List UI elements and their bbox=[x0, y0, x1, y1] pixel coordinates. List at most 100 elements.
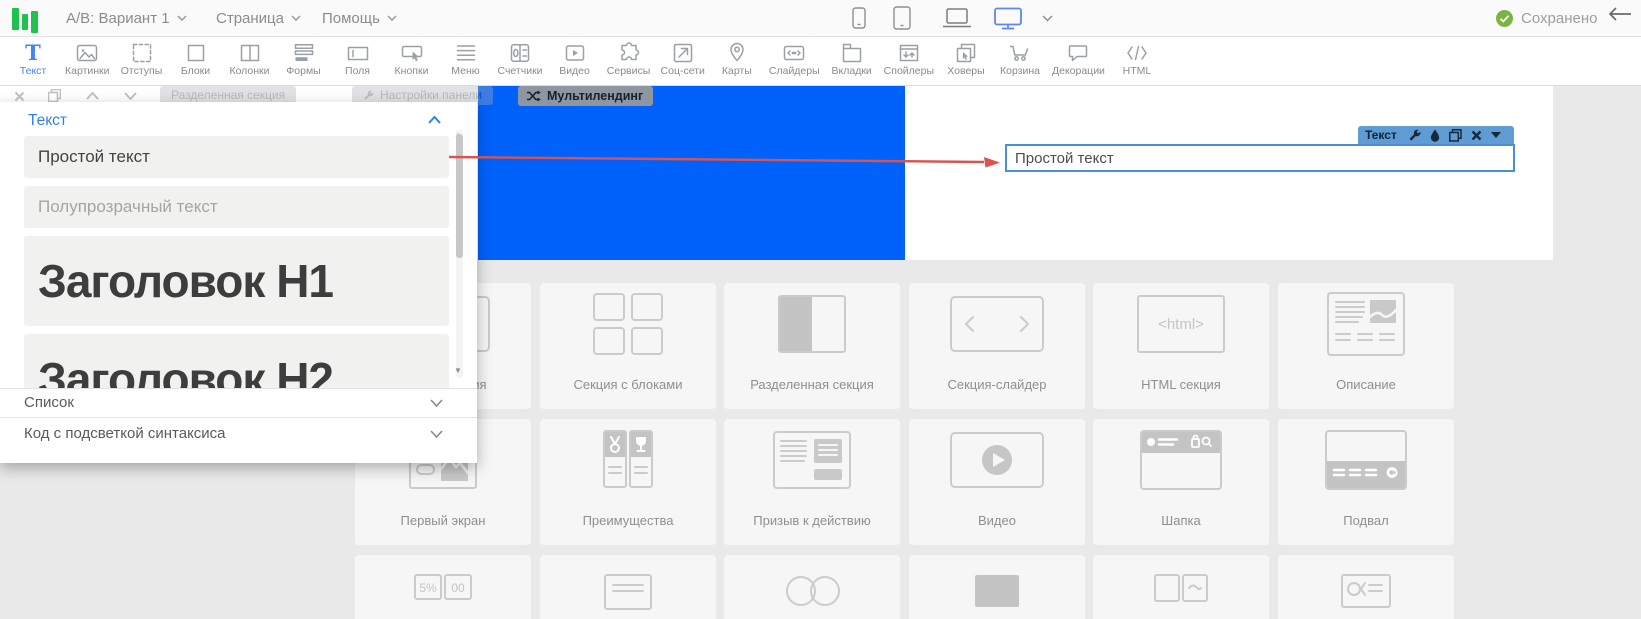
element-more-button[interactable] bbox=[1491, 132, 1501, 138]
device-mode-dropdown[interactable] bbox=[1042, 0, 1053, 36]
desc-icon bbox=[1318, 289, 1414, 359]
toolbar-item-fields[interactable]: Поля bbox=[331, 37, 385, 77]
template-card[interactable] bbox=[1278, 555, 1454, 619]
template-card[interactable] bbox=[540, 555, 716, 619]
tablet-icon bbox=[893, 6, 911, 30]
darkrect-icon bbox=[949, 561, 1045, 619]
element-settings-button[interactable] bbox=[1408, 129, 1421, 142]
scroll-down-icon[interactable]: ▼ bbox=[454, 366, 462, 375]
template-card-slider[interactable]: Секция-слайдер bbox=[909, 283, 1085, 409]
toolbar-item-buttons[interactable]: Кнопки bbox=[385, 37, 439, 77]
canvas-blue-section[interactable] bbox=[478, 85, 905, 260]
toolbar-item-services[interactable]: Сервисы bbox=[602, 37, 656, 77]
template-card-htmlsec[interactable]: <html>HTML секция bbox=[1093, 283, 1269, 409]
toolbar-item-cart[interactable]: Корзина bbox=[993, 37, 1047, 77]
chevron-down-icon bbox=[291, 15, 301, 21]
template-card-cta[interactable]: Призыв к действию bbox=[724, 419, 900, 545]
toolbar-item-label: Слайдеры bbox=[769, 65, 820, 77]
text-element[interactable]: Простой текст bbox=[1005, 144, 1515, 172]
toolbar-item-decor[interactable]: Декорации bbox=[1047, 37, 1110, 77]
section-move-up-icon[interactable] bbox=[86, 92, 99, 100]
buttons-icon bbox=[399, 40, 425, 66]
margins-icon bbox=[129, 40, 155, 66]
panel-collapse-button[interactable] bbox=[428, 116, 441, 124]
toolbar-item-video[interactable]: Видео bbox=[548, 37, 602, 77]
template-card[interactable]: 5%00 bbox=[355, 555, 531, 619]
svg-text:5%: 5% bbox=[419, 581, 437, 595]
multilanding-tag[interactable]: Мультилендинг bbox=[518, 86, 653, 106]
elements-toolbar: TТекстКартинкиОтступыБлокиКолонки Формы По… bbox=[0, 37, 1641, 86]
card-label: Разделенная секция bbox=[724, 377, 900, 392]
panel-title[interactable]: Текст bbox=[28, 112, 67, 130]
toolbar-item-tabs[interactable]: Вкладки bbox=[825, 37, 879, 77]
headersec-icon bbox=[1133, 425, 1229, 495]
video-icon bbox=[562, 40, 588, 66]
menu-ab-variant[interactable]: A/B: Вариант 1 bbox=[66, 0, 187, 36]
menu-help[interactable]: Помощь bbox=[322, 0, 397, 36]
phone-icon bbox=[852, 7, 866, 29]
template-card[interactable] bbox=[1093, 555, 1269, 619]
panel-section-list[interactable]: Список bbox=[0, 389, 477, 416]
toolbar-item-social[interactable]: Соц-сети bbox=[656, 37, 710, 77]
scrollbar-thumb[interactable] bbox=[456, 134, 463, 258]
card-label: Первый экран bbox=[355, 513, 531, 528]
section-delete-icon[interactable] bbox=[14, 91, 25, 102]
template-card-blocks4[interactable]: Секция с блоками bbox=[540, 283, 716, 409]
template-card-desc[interactable]: Описание bbox=[1278, 283, 1454, 409]
toolbar-item-label: Ховеры bbox=[947, 65, 984, 77]
menu-help-label: Помощь bbox=[322, 10, 380, 27]
panel-item-h1[interactable]: Заголовок H1 bbox=[24, 236, 449, 326]
toolbar-item-forms[interactable]: Формы bbox=[277, 37, 331, 77]
toolbar-item-spoilers[interactable]: Спойлеры bbox=[879, 37, 939, 77]
section-duplicate-icon[interactable] bbox=[48, 89, 61, 102]
toolbar-item-hovers[interactable]: Ховеры bbox=[939, 37, 993, 77]
device-tablet-button[interactable] bbox=[893, 0, 911, 36]
device-desktop-button[interactable] bbox=[993, 0, 1023, 36]
section-move-down-icon[interactable] bbox=[124, 92, 137, 100]
sliders-icon bbox=[781, 40, 807, 66]
panel-item-muted[interactable]: Полупрозрачный текст bbox=[24, 186, 449, 228]
template-card[interactable] bbox=[909, 555, 1085, 619]
back-button[interactable] bbox=[1608, 7, 1632, 21]
toolbar-item-label: Формы bbox=[286, 65, 320, 77]
services-icon bbox=[616, 40, 642, 66]
toolbar-item-margins[interactable]: Отступы bbox=[115, 37, 169, 77]
html-icon-text: <html> bbox=[1137, 295, 1225, 353]
blocks-icon bbox=[183, 40, 209, 66]
template-card-videosec[interactable]: Видео bbox=[909, 419, 1085, 545]
element-style-button[interactable] bbox=[1430, 129, 1440, 142]
template-card-footersec[interactable]: Подвал bbox=[1278, 419, 1454, 545]
panel-item-h2[interactable]: Заголовок H2 bbox=[24, 334, 449, 388]
template-card[interactable] bbox=[724, 555, 900, 619]
toolbar-item-blocks[interactable]: Блоки bbox=[169, 37, 223, 77]
toolbar-item-html[interactable]: HTML bbox=[1110, 37, 1164, 77]
panel-item-plain[interactable]: Простой текст bbox=[24, 136, 449, 178]
menu-page[interactable]: Страница bbox=[216, 0, 301, 36]
card-label: Описание bbox=[1278, 377, 1454, 392]
device-phone-button[interactable] bbox=[852, 0, 866, 36]
toolbar-item-menu[interactable]: Меню bbox=[439, 37, 493, 77]
element-delete-button[interactable] bbox=[1471, 130, 1482, 141]
videosec-icon bbox=[949, 425, 1045, 495]
toolbar-item-counters[interactable]: Счетчики bbox=[493, 37, 548, 77]
template-card-advantages[interactable]: Преимущества bbox=[540, 419, 716, 545]
app-logo-icon[interactable] bbox=[12, 5, 42, 31]
toolbar-item-text[interactable]: TТекст bbox=[6, 37, 60, 77]
toolbar-item-maps[interactable]: Карты bbox=[710, 37, 764, 77]
menu-ab-variant-label: A/B: Вариант 1 bbox=[66, 10, 170, 27]
htmlsec-icon: <html> bbox=[1133, 289, 1229, 359]
images-icon bbox=[74, 40, 100, 66]
decor-icon bbox=[1065, 40, 1091, 66]
template-card-headersec[interactable]: Шапка bbox=[1093, 419, 1269, 545]
toolbar-item-sliders[interactable]: Слайдеры bbox=[764, 37, 825, 77]
wrench-icon bbox=[363, 90, 374, 101]
device-laptop-button[interactable] bbox=[942, 0, 972, 36]
columns-icon bbox=[237, 40, 263, 66]
scroll-up-icon[interactable]: ▲ bbox=[454, 130, 462, 139]
toolbar-item-images[interactable]: Картинки bbox=[60, 37, 115, 77]
toolbar-item-columns[interactable]: Колонки bbox=[223, 37, 277, 77]
toolbar-item-label: Счетчики bbox=[498, 65, 543, 77]
panel-section-code[interactable]: Код с подсветкой синтаксиса bbox=[0, 420, 477, 447]
element-duplicate-button[interactable] bbox=[1449, 129, 1462, 142]
template-card-split[interactable]: Разделенная секция bbox=[724, 283, 900, 409]
